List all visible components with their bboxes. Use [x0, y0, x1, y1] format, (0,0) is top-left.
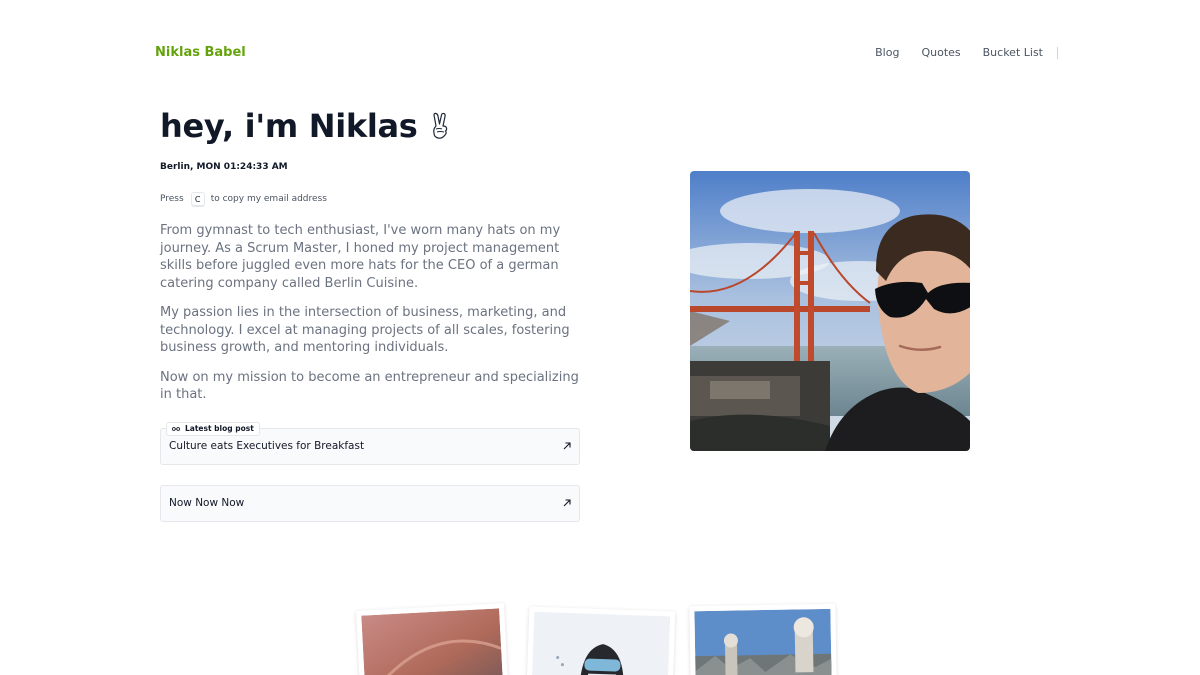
ruins-tower-photo-image [694, 608, 832, 675]
nav-link-quotes[interactable]: Quotes [921, 46, 960, 59]
bio-paragraph: My passion lies in the intersection of b… [160, 305, 570, 355]
nav-link-bucket-list[interactable]: Bucket List [983, 46, 1043, 59]
copy-hint-suffix: to copy my email address [210, 194, 327, 204]
glasses-icon [172, 426, 180, 431]
latest-blog-post-badge: Latest blog post [166, 421, 260, 436]
snow-helmet-photo-image [531, 611, 671, 675]
nav-divider [1057, 46, 1058, 59]
polaroid-photo [689, 603, 837, 675]
copy-hint-prefix: Press [160, 194, 184, 204]
intro-section: hey, i'm Niklas Berlin, MON 01:24:33 AM … [160, 104, 580, 522]
victory-hand-icon [432, 112, 447, 139]
local-clock: Berlin, MON 01:24:33 AM [160, 162, 288, 172]
main-nav: Blog Quotes Bucket List [853, 46, 1058, 59]
arrow-up-right-icon [563, 441, 571, 449]
sunset-photo-image [361, 608, 503, 675]
bio-paragraph: Now on my mission to become an entrepren… [160, 369, 579, 403]
nav-link-blog[interactable]: Blog [875, 46, 899, 59]
page-title: hey, i'm Niklas [160, 104, 580, 148]
profile-photo [690, 171, 970, 451]
copy-email-key[interactable]: C [190, 192, 205, 206]
polaroid-photo [526, 606, 676, 675]
page-title-text: hey, i'm Niklas [160, 107, 418, 145]
latest-blog-post-card[interactable]: Latest blog post Culture eats Executives… [160, 421, 580, 465]
now-page-card[interactable]: Now Now Now [160, 484, 580, 522]
copy-email-hint: Press C to copy my email address [160, 192, 580, 206]
site-header: Niklas Babel Blog Quotes Bucket List [0, 0, 1200, 108]
bio-paragraph: From gymnast to tech enthusiast, I've wo… [160, 223, 561, 291]
brand-link[interactable]: Niklas Babel [155, 45, 246, 60]
golden-gate-selfie-image [690, 171, 970, 451]
blog-post-title: Culture eats Executives for Breakfast [169, 440, 365, 452]
polaroid-photo [356, 603, 508, 675]
now-page-title: Now Now Now [169, 497, 245, 509]
bio: From gymnast to tech enthusiast, I've wo… [160, 222, 580, 404]
arrow-up-right-icon [563, 498, 571, 506]
badge-label: Latest blog post [185, 424, 254, 433]
